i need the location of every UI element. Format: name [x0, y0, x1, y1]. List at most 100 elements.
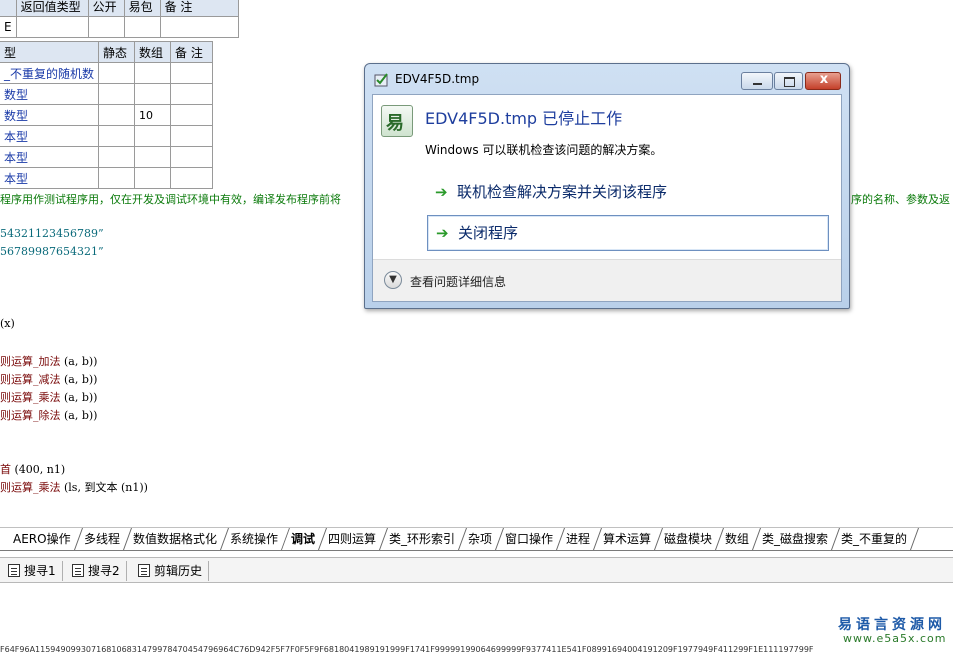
code-line[interactable]: 首 (400, n1): [0, 461, 65, 477]
app-icon: [374, 73, 388, 87]
tab-system[interactable]: 系统操作: [220, 528, 290, 550]
col-note: 备 注: [159, 0, 239, 17]
search1-label: 搜寻1: [24, 564, 56, 578]
col-array: 数组: [134, 41, 172, 63]
tab-multithread[interactable]: 多线程: [74, 528, 132, 550]
close-program-label: 关闭程序: [458, 224, 519, 242]
note-cell: [170, 125, 214, 147]
output-toolbar: 搜寻1 搜寻2 剪辑历史: [0, 557, 953, 583]
table-row[interactable]: 本型: [0, 125, 214, 147]
output-text: F64F96A115949099307168106831479978470454…: [0, 645, 814, 654]
dialog-heading: EDV4F5D.tmp 已停止工作: [425, 109, 623, 128]
type-cell: 本型: [0, 125, 100, 147]
cell[interactable]: [87, 16, 125, 38]
row-stub: E: [0, 16, 17, 38]
code-line[interactable]: 则运算_乘法 (ls, 到文本 (n1)): [0, 479, 148, 495]
variable-table: 型 静态 数组 备 注 _不重复的随机数 数型 数型 10 本型 本型 本型: [0, 41, 214, 189]
note-cell: [170, 104, 214, 126]
tab-math[interactable]: 算术运算: [593, 528, 663, 550]
array-cell: [134, 83, 172, 105]
static-cell: [98, 104, 136, 126]
table-row[interactable]: 本型: [0, 167, 214, 189]
array-cell: [134, 125, 172, 147]
func-args: (a, b)): [64, 373, 98, 386]
search1-button[interactable]: 搜寻1: [6, 561, 63, 581]
code-string[interactable]: 56789987654321”: [0, 245, 104, 258]
search2-button[interactable]: 搜寻2: [70, 561, 127, 581]
code-line[interactable]: 则运算_乘法 (a, b)): [0, 389, 97, 405]
col-return-type: 返回值类型: [15, 0, 89, 17]
tab-aero[interactable]: AERO操作: [3, 528, 83, 550]
watermark-name: 易语言资源网: [838, 617, 946, 633]
func-args: (ls, 到文本 (n1)): [64, 481, 148, 494]
static-cell: [98, 146, 136, 168]
minimize-button[interactable]: [741, 72, 773, 90]
expand-details-button[interactable]: ▼: [384, 271, 402, 289]
document-icon: [72, 564, 84, 577]
code-comment-tail[interactable]: 序的名称、参数及返: [851, 191, 950, 207]
error-dialog: EDV4F5D.tmp x EDV4F5D.tmp 已停止工作 Windows …: [364, 63, 850, 309]
module-tab-bar: AERO操作 多线程 数值数据格式化 系统操作 调试 四则运算 类_环形索引 杂项 窗口操作 进程…: [0, 527, 953, 551]
table-row[interactable]: 本型: [0, 146, 214, 168]
code-string[interactable]: 54321123456789”: [0, 227, 104, 240]
tab-number-format[interactable]: 数值数据格式化: [123, 528, 229, 550]
table-row[interactable]: 数型 10: [0, 104, 214, 126]
dialog-footer: ▼ 查看问题详细信息: [373, 259, 841, 301]
array-cell: [134, 167, 172, 189]
close-icon: x: [819, 72, 829, 87]
func-name: 则运算_除法: [0, 409, 61, 422]
details-label[interactable]: 查看问题详细信息: [410, 273, 506, 290]
tab-ring-index[interactable]: 类_环形索引: [379, 528, 467, 550]
code-comment[interactable]: 程序用作测试程序用，仅在开发及调试环境中有效，编译发布程序前将: [0, 191, 341, 207]
tab-unique[interactable]: 类_不重复的: [831, 528, 919, 550]
function-table: 返回值类型 公开 易包 备 注 E: [0, 0, 239, 38]
func-name: 则运算_减法: [0, 373, 61, 386]
tab-arithmetic-four[interactable]: 四则运算: [318, 528, 388, 550]
func-name: 则运算_加法: [0, 355, 61, 368]
check-online-button[interactable]: ➔ 联机检查解决方案并关闭该程序: [427, 175, 829, 211]
close-program-button[interactable]: ➔ 关闭程序: [427, 215, 829, 251]
type-cell: _不重复的随机数: [0, 62, 100, 84]
arrow-right-icon: ➔: [435, 183, 448, 201]
func-name: 首: [0, 463, 11, 476]
dialog-body: EDV4F5D.tmp 已停止工作 Windows 可以联机检查该问题的解决方案…: [372, 94, 842, 302]
program-icon: [381, 105, 413, 137]
col-type: 型: [0, 41, 100, 63]
dialog-titlebar[interactable]: EDV4F5D.tmp x: [365, 64, 849, 94]
tab-disk[interactable]: 磁盘模块: [654, 528, 724, 550]
clipboard-icon: [138, 564, 150, 577]
static-cell: [98, 62, 136, 84]
func-name: 则运算_乘法: [0, 391, 61, 404]
clip-history-label: 剪辑历史: [154, 564, 203, 578]
document-icon: [8, 564, 20, 577]
col-easy-pack: 易包: [123, 0, 161, 17]
static-cell: [98, 83, 136, 105]
cell[interactable]: [15, 16, 89, 38]
watermark-url: www.e5a5x.com: [843, 632, 947, 645]
cell[interactable]: [123, 16, 161, 38]
arrow-right-icon: ➔: [436, 224, 449, 242]
code-line[interactable]: 则运算_除法 (a, b)): [0, 407, 97, 423]
close-button[interactable]: x: [805, 72, 841, 90]
tab-disk-search[interactable]: 类_磁盘搜索: [752, 528, 840, 550]
code-line[interactable]: (x): [0, 317, 15, 330]
dialog-title: EDV4F5D.tmp: [395, 72, 480, 86]
type-cell: 数型: [0, 83, 100, 105]
check-online-label: 联机检查解决方案并关闭该程序: [457, 183, 668, 201]
static-cell: [98, 167, 136, 189]
type-cell: 本型: [0, 146, 100, 168]
col-public: 公开: [87, 0, 125, 17]
code-line[interactable]: 则运算_减法 (a, b)): [0, 371, 97, 387]
array-cell: [134, 62, 172, 84]
tab-window[interactable]: 窗口操作: [495, 528, 565, 550]
func-args: (a, b)): [64, 391, 98, 404]
table-row[interactable]: _不重复的随机数: [0, 62, 214, 84]
table-row[interactable]: 数型: [0, 83, 214, 105]
cell[interactable]: [159, 16, 239, 38]
func-args: (a, b)): [64, 355, 98, 368]
dialog-description: Windows 可以联机检查该问题的解决方案。: [425, 143, 663, 157]
code-line[interactable]: 则运算_加法 (a, b)): [0, 353, 97, 369]
maximize-button[interactable]: [774, 72, 803, 90]
clip-history-button[interactable]: 剪辑历史: [136, 561, 210, 581]
static-cell: [98, 125, 136, 147]
